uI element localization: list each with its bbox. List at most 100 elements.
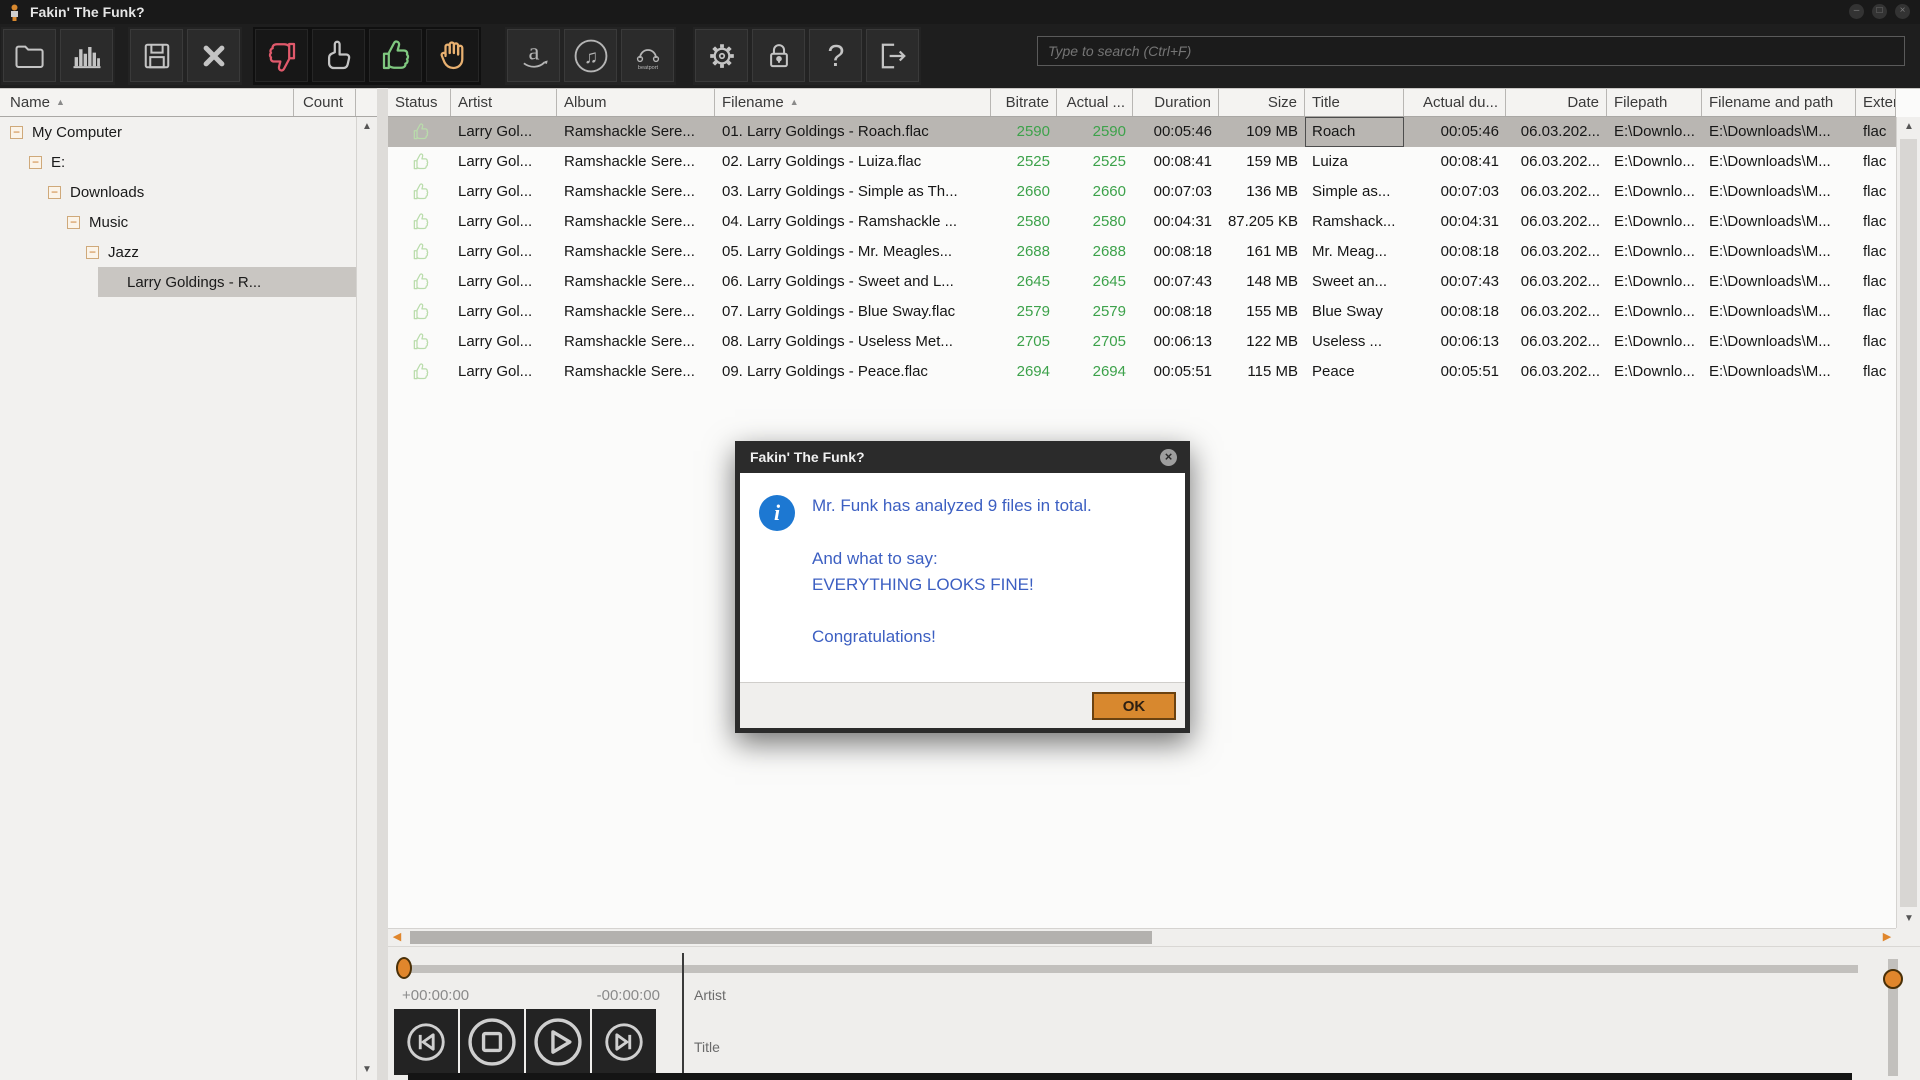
seek-slider-handle[interactable] [396,957,412,979]
column-header-actual-bitrate[interactable]: Actual ... [1057,89,1133,116]
vote-finger-button[interactable] [312,29,365,82]
collapse-toggle[interactable]: − [10,126,23,139]
exit-button[interactable] [866,29,919,82]
column-header-date[interactable]: Date [1506,89,1607,116]
extension-cell: flac [1856,297,1896,327]
actual-duration-cell: 00:07:43 [1404,267,1506,297]
spectrum-analysis-button[interactable] [60,29,113,82]
window-title: Fakin' The Funk? [30,4,145,20]
previous-track-button[interactable] [394,1009,458,1075]
open-folder-button[interactable] [3,29,56,82]
toolbar: a ♫ beatport [0,24,1920,88]
save-button[interactable] [130,29,183,82]
lock-icon [761,38,797,74]
tree-item[interactable]: − Downloads 9 [0,177,377,207]
size-cell: 122 MB [1219,327,1305,357]
help-button[interactable]: ? [809,29,862,82]
close-button[interactable]: × [1895,4,1910,19]
exit-icon [875,38,911,74]
scroll-up-icon[interactable]: ▲ [1899,117,1919,137]
stop-button[interactable] [460,1009,524,1075]
table-vertical-scrollbar[interactable]: ▲ ▼ [1896,117,1920,929]
scroll-down-icon[interactable]: ▼ [1899,909,1919,929]
column-header-bitrate[interactable]: Bitrate [991,89,1057,116]
column-header-actual-duration[interactable]: Actual du... [1404,89,1506,116]
column-header-title[interactable]: Title [1305,89,1404,116]
table-row[interactable]: Larry Gol... Ramshackle Sere... 06. Larr… [388,267,1896,297]
table-row[interactable]: Larry Gol... Ramshackle Sere... 02. Larr… [388,147,1896,177]
tree-item[interactable]: − Jazz 9 [0,237,377,267]
vertical-scroll-thumb[interactable] [1900,139,1917,907]
column-header-album[interactable]: Album [557,89,715,116]
amazon-button[interactable]: a [507,29,560,82]
filename-and-path-cell: E:\Downloads\M... [1702,177,1856,207]
bitrate-cell: 2590 [991,117,1057,147]
table-row[interactable]: Larry Gol... Ramshackle Sere... 01. Larr… [388,117,1896,147]
thumbs-up-status-icon [411,212,431,232]
extension-cell: flac [1856,237,1896,267]
search-input[interactable] [1037,36,1905,66]
tree-column-count[interactable]: Count [294,89,356,116]
scroll-right-icon[interactable]: ▶ [1878,929,1896,946]
dialog-footer: OK [740,682,1185,728]
play-button[interactable] [526,1009,590,1075]
settings-button[interactable] [695,29,748,82]
table-row[interactable]: Larry Gol... Ramshackle Sere... 09. Larr… [388,357,1896,387]
table-row[interactable]: Larry Gol... Ramshackle Sere... 08. Larr… [388,327,1896,357]
volume-slider-handle[interactable] [1883,969,1903,989]
collapse-toggle[interactable]: − [48,186,61,199]
table-row[interactable]: Larry Gol... Ramshackle Sere... 03. Larr… [388,177,1896,207]
seek-slider[interactable] [400,965,1858,973]
tree-item[interactable]: − Music 9 [0,207,377,237]
actual-bitrate-cell: 2645 [1057,267,1133,297]
clear-list-button[interactable] [187,29,240,82]
lock-button[interactable] [752,29,805,82]
table-row[interactable]: Larry Gol... Ramshackle Sere... 04. Larr… [388,207,1896,237]
beatport-button[interactable]: beatport [621,29,674,82]
table-row[interactable]: Larry Gol... Ramshackle Sere... 05. Larr… [388,237,1896,267]
tree-scrollbar[interactable]: ▲ ▼ [356,117,377,1080]
svg-text:♫: ♫ [583,47,597,68]
filename-and-path-cell: E:\Downloads\M... [1702,357,1856,387]
table-row[interactable]: Larry Gol... Ramshackle Sere... 07. Larr… [388,297,1896,327]
table-horizontal-scrollbar[interactable]: ◀ ▶ [388,928,1896,946]
column-header-extension[interactable]: Extension [1856,89,1896,116]
column-header-artist[interactable]: Artist [451,89,557,116]
filename-cell: 01. Larry Goldings - Roach.flac [715,117,991,147]
minimize-button[interactable]: – [1849,4,1864,19]
column-header-filename[interactable]: Filename▲ [715,89,991,116]
tree-item[interactable]: − My Computer 9 [0,117,377,147]
column-header-size[interactable]: Size [1219,89,1305,116]
scroll-left-icon[interactable]: ◀ [388,929,406,946]
tree-item[interactable]: − E: 9 [0,147,377,177]
question-mark-icon: ? [818,38,854,74]
scroll-down-icon[interactable]: ▼ [357,1060,377,1080]
scroll-up-icon[interactable]: ▲ [357,117,377,137]
vote-thumbs-down-button[interactable] [255,29,308,82]
next-track-button[interactable] [592,1009,656,1075]
collapse-toggle[interactable]: − [86,246,99,259]
column-header-status[interactable]: Status [388,89,451,116]
column-header-filepath[interactable]: Filepath [1607,89,1702,116]
x-icon [196,38,232,74]
tree-item[interactable]: Larry Goldings - R... 9 [0,267,377,297]
tree-column-name[interactable]: Name▲ [0,89,294,116]
column-header-filename-and-path[interactable]: Filename and path [1702,89,1856,116]
now-playing-artist-label: Artist [694,987,726,1003]
player-bar: +00:00:00 -00:00:00 [388,946,1920,1080]
column-header-duration[interactable]: Duration [1133,89,1219,116]
itunes-button[interactable]: ♫ [564,29,617,82]
maximize-button[interactable]: □ [1872,4,1887,19]
taskbar-edge [408,1073,1852,1080]
collapse-toggle[interactable]: − [29,156,42,169]
ok-button[interactable]: OK [1092,692,1176,720]
panel-splitter[interactable] [377,88,388,1080]
vote-hand-stop-button[interactable] [426,29,479,82]
size-cell: 161 MB [1219,237,1305,267]
collapse-toggle[interactable]: − [67,216,80,229]
dialog-close-icon[interactable]: × [1160,449,1177,466]
svg-text:?: ? [827,40,844,73]
horizontal-scroll-thumb[interactable] [410,931,1152,944]
date-cell: 06.03.202... [1506,117,1607,147]
vote-thumbs-up-button[interactable] [369,29,422,82]
